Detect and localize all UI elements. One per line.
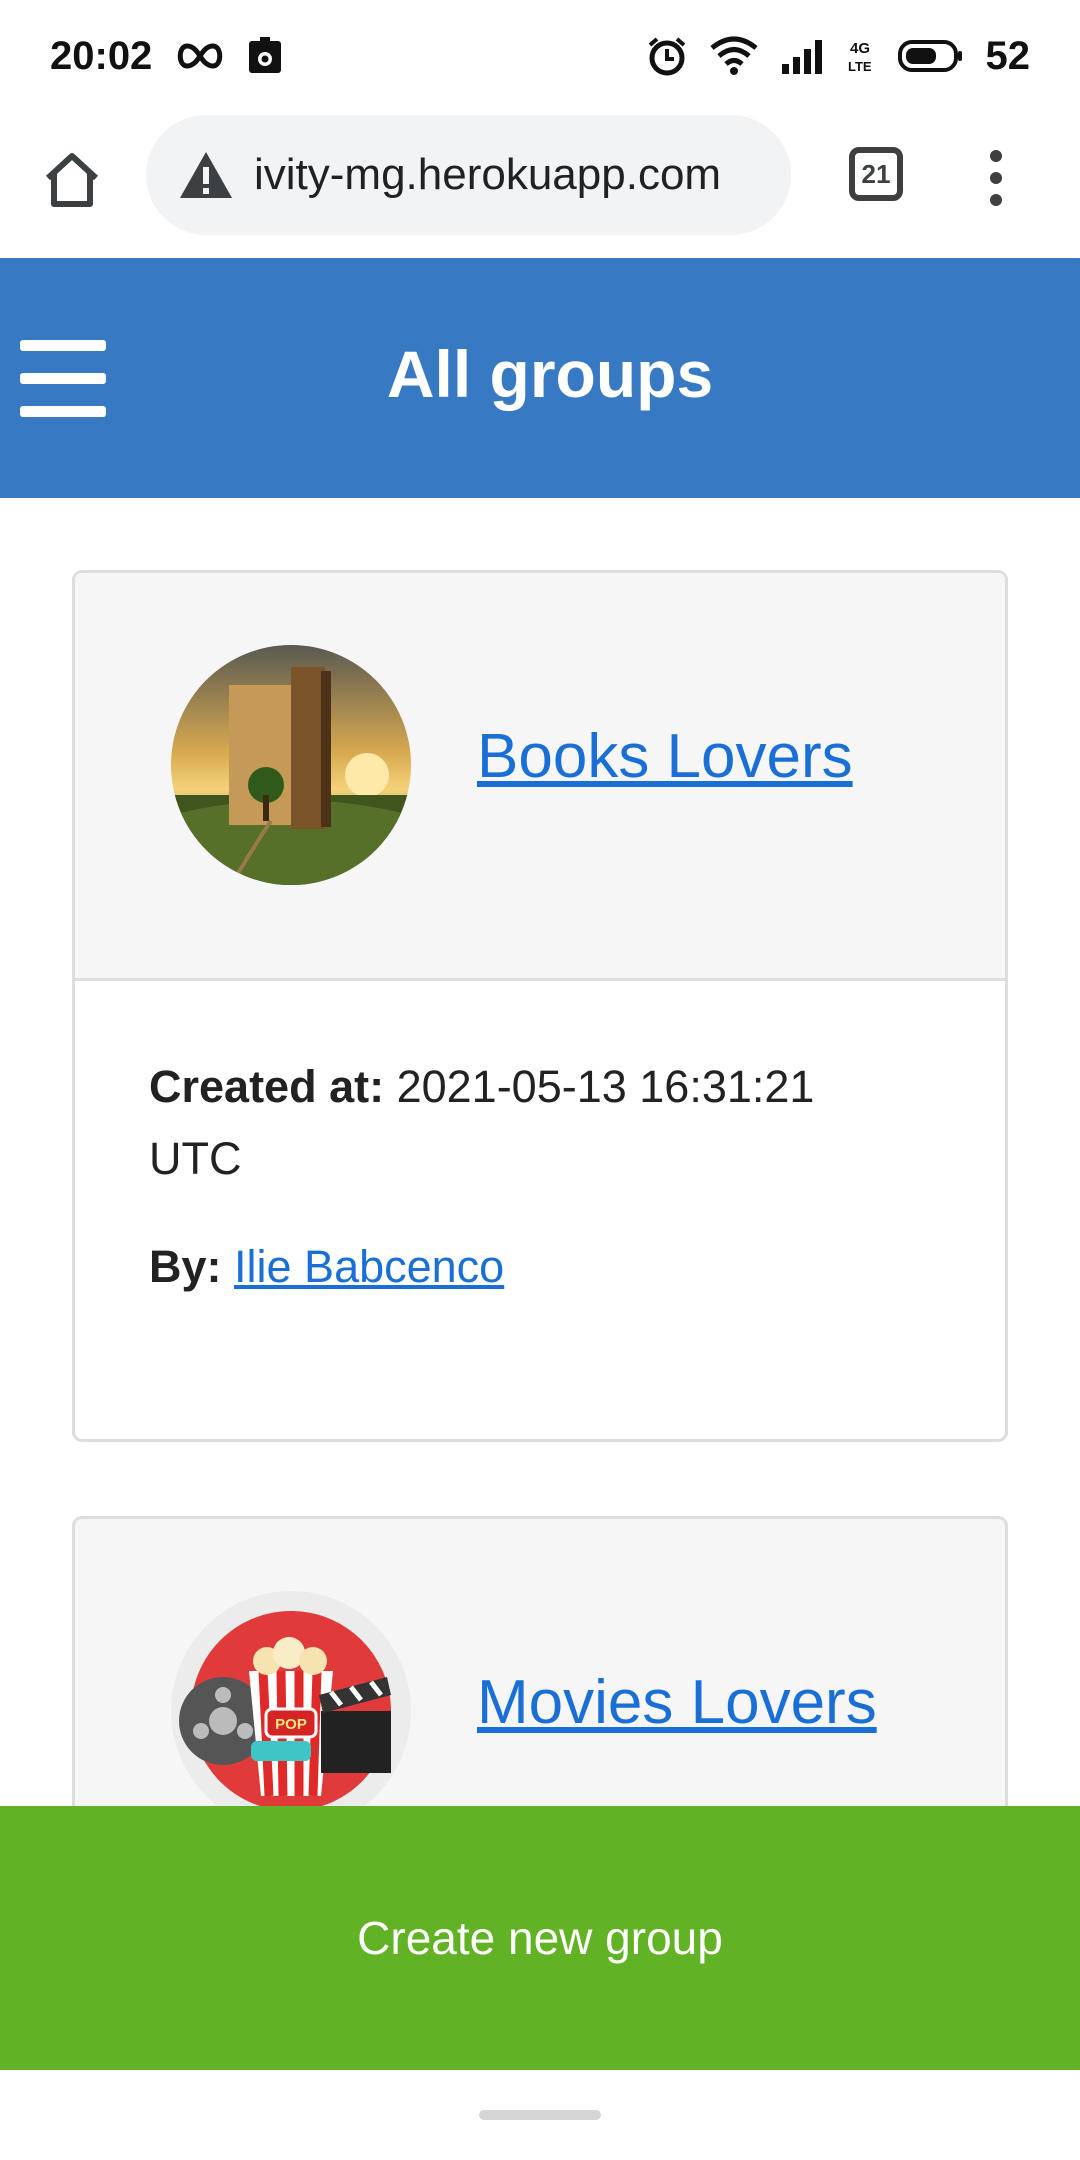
- group-card-header: Books Lovers: [75, 573, 1005, 981]
- group-name-link[interactable]: Books Lovers: [477, 721, 853, 792]
- app-header: All groups: [0, 258, 1080, 498]
- created-at: Created at: 2021-05-13 16:31:21 UTC: [149, 1051, 909, 1195]
- group-avatar: [171, 645, 411, 885]
- home-button[interactable]: [40, 148, 104, 212]
- created-label: Created at:: [149, 1061, 385, 1112]
- tab-count: 21: [861, 158, 891, 189]
- tabs-button[interactable]: 21: [849, 147, 903, 201]
- svg-text:LTE: LTE: [848, 59, 872, 74]
- wifi-icon: [709, 36, 758, 76]
- author-link[interactable]: Ilie Babcenco: [234, 1241, 504, 1292]
- infinity-icon: [174, 41, 226, 71]
- group-card-body: Created at: 2021-05-13 16:31:21 UTC By: …: [75, 981, 1005, 1293]
- signal-icon: [780, 38, 826, 74]
- svg-text:POP: POP: [275, 1716, 307, 1733]
- battery-level: 52: [985, 33, 1031, 78]
- status-left: 20:02: [50, 34, 282, 79]
- status-time: 20:02: [50, 33, 153, 78]
- home-icon: [45, 153, 99, 207]
- svg-text:4G: 4G: [850, 40, 870, 57]
- alarm-icon: [646, 35, 688, 77]
- book-landscape-image: [171, 645, 411, 885]
- system-nav-bar: [0, 2070, 1080, 2160]
- status-bar: 20:02 4G LTE 52: [0, 0, 1080, 112]
- more-vert-button[interactable]: [982, 146, 1010, 210]
- battery-icon: [897, 39, 964, 73]
- url-text[interactable]: ivity-mg.herokuapp.com: [254, 150, 721, 200]
- popcorn-image: POP: [171, 1591, 411, 1831]
- group-card: Books Lovers Created at: 2021-05-13 16:3…: [72, 570, 1008, 1442]
- gesture-handle[interactable]: [479, 2110, 601, 2120]
- browser-toolbar: ivity-mg.herokuapp.com 21: [0, 112, 1080, 258]
- page-title: All groups: [386, 337, 714, 411]
- by-label: By:: [149, 1241, 222, 1292]
- group-avatar: POP: [171, 1591, 411, 1831]
- warning-icon[interactable]: [178, 150, 234, 200]
- status-right: 4G LTE 52: [646, 33, 1031, 79]
- group-name-link[interactable]: Movies Lovers: [477, 1667, 877, 1738]
- lte-icon: 4G LTE: [848, 37, 876, 75]
- group-card: POP Movies Lovers: [72, 1516, 1008, 1856]
- create-group-button[interactable]: Create new group: [0, 1806, 1080, 2070]
- url-bar[interactable]: ivity-mg.herokuapp.com: [146, 115, 791, 235]
- notification-icon: [248, 37, 282, 75]
- created-by: By: Ilie Babcenco: [149, 1241, 1005, 1293]
- more-vert-icon: [990, 150, 1002, 206]
